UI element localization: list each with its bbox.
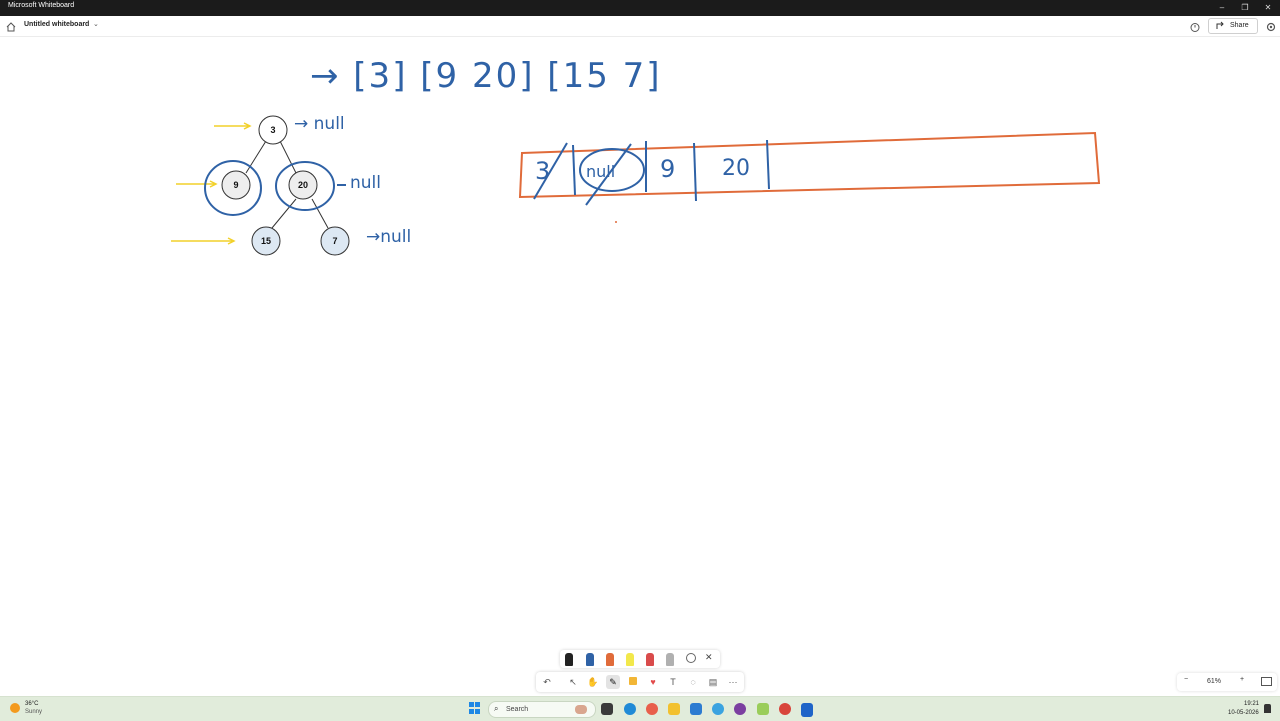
weather-sun-icon[interactable] bbox=[10, 703, 20, 713]
minimize-button[interactable]: – bbox=[1212, 1, 1232, 15]
eraser[interactable] bbox=[646, 653, 654, 666]
taskbar-search[interactable]: ⌕ Search bbox=[488, 701, 596, 718]
search-highlight-icon bbox=[575, 705, 587, 714]
ink-dot bbox=[615, 221, 617, 223]
zoom-in-icon[interactable]: + bbox=[1240, 676, 1244, 683]
reaction-heart-icon[interactable]: ♥ bbox=[646, 675, 660, 689]
weather-condition[interactable]: Sunny bbox=[25, 709, 42, 715]
more-options-icon[interactable]: ··· bbox=[726, 675, 740, 689]
zoom-control: − 61% + bbox=[1177, 673, 1277, 691]
queue-cell-3: 3 bbox=[535, 157, 550, 185]
null-label-level3: →null bbox=[366, 227, 411, 247]
sticky-note-icon[interactable] bbox=[626, 675, 640, 689]
share-label: Share bbox=[1230, 22, 1249, 29]
lasso-icon[interactable] bbox=[686, 653, 696, 663]
pen-orange[interactable] bbox=[606, 653, 614, 666]
select-icon[interactable]: ↖ bbox=[566, 675, 580, 689]
search-label: Search bbox=[506, 706, 529, 713]
tree-node-right-right[interactable]: 7 bbox=[320, 226, 350, 256]
templates-icon[interactable]: ▤ bbox=[706, 675, 720, 689]
null-label-level2: null bbox=[350, 173, 381, 193]
queue-cell-20: 20 bbox=[722, 156, 750, 181]
undo-icon[interactable]: ↶ bbox=[540, 675, 554, 689]
gear-icon[interactable] bbox=[1265, 20, 1277, 32]
vscode-icon[interactable] bbox=[690, 703, 702, 715]
search-icon: ⌕ bbox=[494, 704, 499, 713]
whiteboard-app-icon[interactable] bbox=[801, 703, 813, 717]
text-icon[interactable]: T bbox=[666, 675, 680, 689]
app-title: Microsoft Whiteboard bbox=[8, 2, 75, 9]
window-titlebar: Microsoft Whiteboard – ❐ ✕ bbox=[0, 0, 1280, 16]
file-explorer-icon[interactable] bbox=[668, 703, 680, 715]
tree-node-root[interactable]: 3 bbox=[258, 115, 288, 145]
zoom-level[interactable]: 61% bbox=[1207, 678, 1221, 685]
share-icon bbox=[1216, 21, 1224, 29]
tree-node-right[interactable]: 20 bbox=[288, 170, 318, 200]
weather-temperature[interactable]: 36°C bbox=[25, 701, 38, 707]
bottom-toolbar: ↶ ↖ ✋ ✎ ♥ T ◌ ▤ ··· bbox=[536, 672, 744, 692]
pen-blue[interactable] bbox=[586, 653, 594, 666]
task-view-icon[interactable] bbox=[601, 703, 613, 715]
zoom-out-icon[interactable]: − bbox=[1184, 676, 1188, 683]
pen-black[interactable] bbox=[565, 653, 573, 666]
notification-bell-icon[interactable] bbox=[1264, 704, 1271, 713]
app-icon-blue[interactable] bbox=[712, 703, 724, 715]
fit-to-screen-icon[interactable] bbox=[1261, 677, 1272, 686]
taskbar: 36°C Sunny ⌕ Search 19:21 10-05-2026 bbox=[0, 696, 1280, 721]
whiteboard-canvas[interactable]: → [3] [9 20] [15 7] 3 9 20 15 7 → null n… bbox=[0, 37, 1280, 696]
shapes-icon[interactable]: ◌ bbox=[686, 675, 700, 689]
highlighter-yellow[interactable] bbox=[626, 653, 634, 666]
clock-time[interactable]: 19:21 bbox=[1244, 701, 1259, 707]
close-icon[interactable]: ✕ bbox=[705, 652, 713, 663]
restore-button[interactable]: ❐ bbox=[1235, 1, 1255, 15]
svg-text:15: 15 bbox=[261, 236, 271, 246]
home-icon[interactable] bbox=[5, 20, 17, 32]
snipping-tool-icon[interactable] bbox=[757, 703, 769, 715]
chevron-down-icon[interactable]: ⌄ bbox=[93, 20, 99, 28]
close-button[interactable]: ✕ bbox=[1258, 1, 1278, 15]
svg-text:20: 20 bbox=[298, 180, 308, 190]
queue-cell-9: 9 bbox=[660, 155, 675, 183]
svg-text:7: 7 bbox=[332, 236, 337, 246]
svg-text:3: 3 bbox=[270, 125, 275, 135]
document-title[interactable]: Untitled whiteboard bbox=[24, 21, 89, 28]
pen-tray: ✕ bbox=[560, 650, 720, 668]
edge-browser-icon[interactable] bbox=[624, 703, 636, 715]
pen-icon[interactable]: ✎ bbox=[606, 675, 620, 689]
hand-icon[interactable]: ✋ bbox=[586, 675, 600, 689]
tree-node-right-left[interactable]: 15 bbox=[251, 226, 281, 256]
clock-date[interactable]: 10-05-2026 bbox=[1228, 710, 1259, 716]
timer-icon[interactable] bbox=[1189, 20, 1201, 32]
windows-start-icon[interactable] bbox=[469, 702, 481, 714]
share-button[interactable]: Share bbox=[1208, 18, 1258, 34]
app-icon-purple[interactable] bbox=[734, 703, 746, 715]
app-icon-red[interactable] bbox=[779, 703, 791, 715]
command-bar: Untitled whiteboard ⌄ Share bbox=[0, 16, 1280, 37]
null-label-root: → null bbox=[294, 114, 345, 134]
tree-node-left[interactable]: 9 bbox=[221, 170, 251, 200]
ruler[interactable] bbox=[666, 653, 674, 666]
queue-levels-text: → [3] [9 20] [15 7] bbox=[310, 56, 662, 96]
svg-text:9: 9 bbox=[233, 180, 238, 190]
chrome-icon[interactable] bbox=[646, 703, 658, 715]
